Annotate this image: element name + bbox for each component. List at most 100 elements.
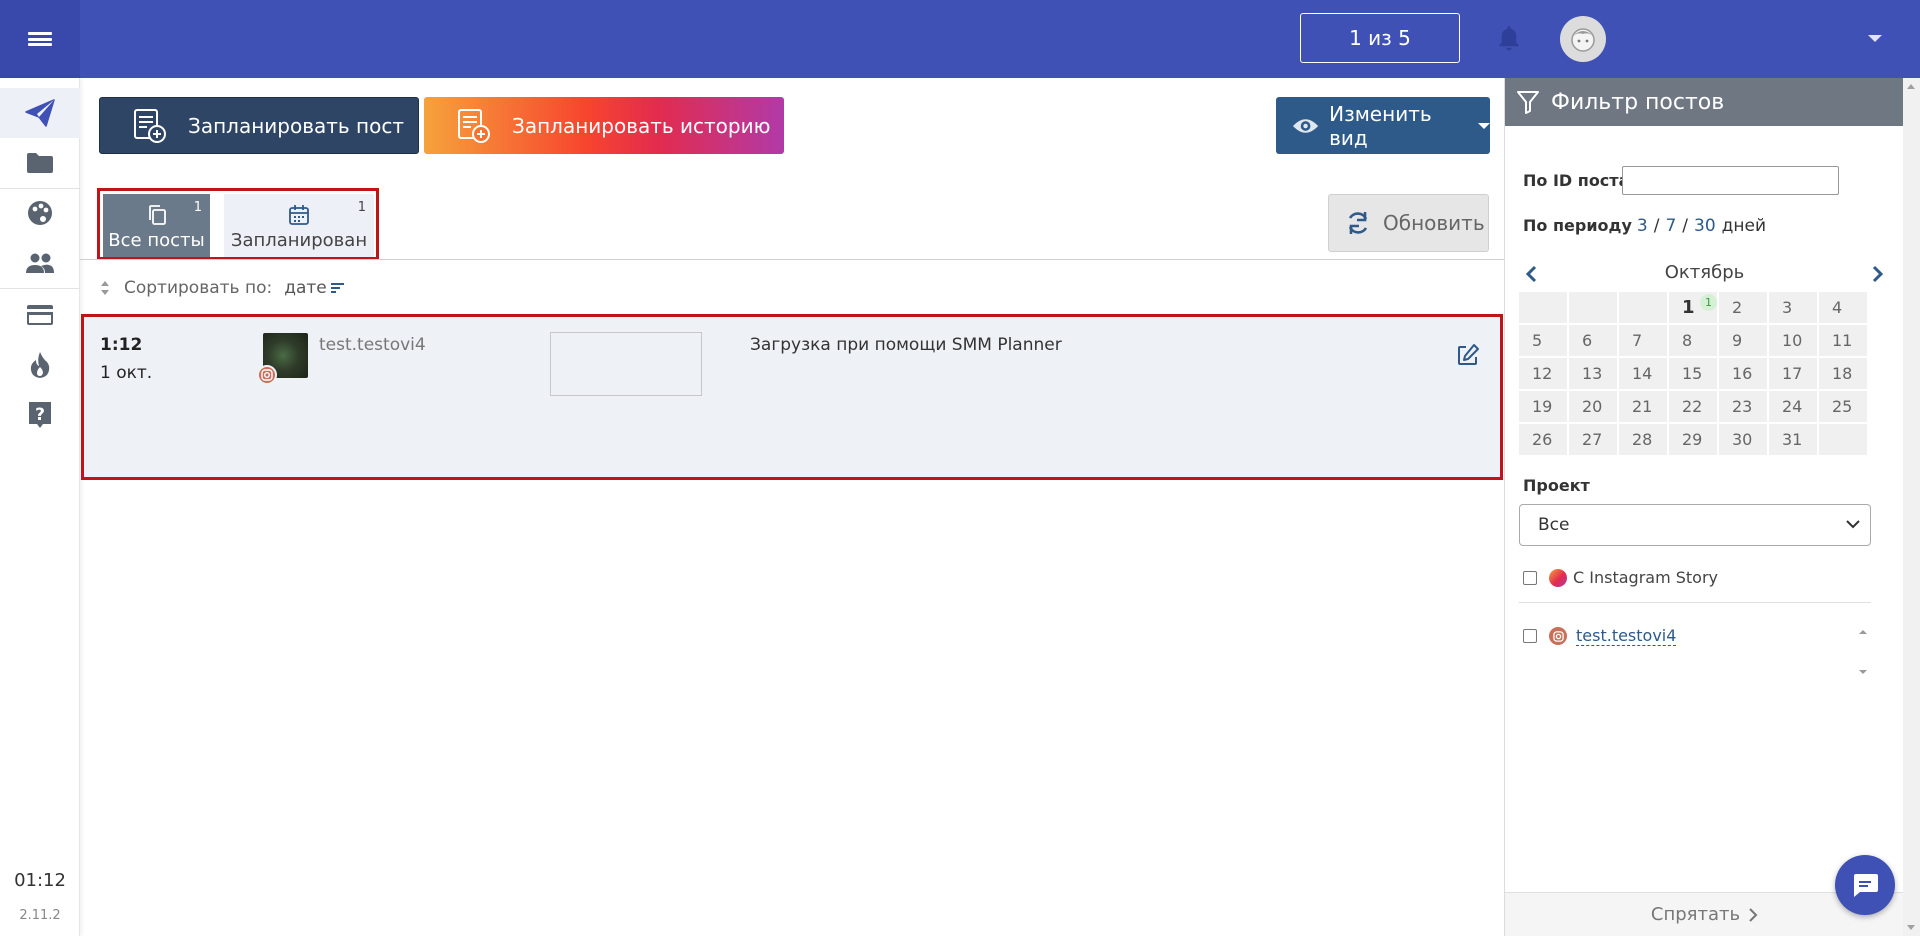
post-media-preview[interactable]	[550, 332, 702, 396]
calendar-day[interactable]: 2	[1719, 292, 1767, 323]
account-list-scrollbar[interactable]	[1857, 622, 1869, 678]
bell-icon[interactable]	[1496, 24, 1522, 54]
sidebar-item-design[interactable]	[0, 188, 80, 238]
sidebar-item-posts[interactable]	[0, 88, 80, 138]
account-filter-link[interactable]: test.testovi4	[1576, 626, 1677, 646]
calendar-day[interactable]: 3	[1769, 292, 1817, 323]
tab-all-posts[interactable]: 1 Все посты	[103, 194, 210, 257]
send-icon	[25, 99, 55, 127]
calendar-day[interactable]: 25	[1819, 391, 1867, 422]
sidebar-item-hot[interactable]	[0, 340, 80, 390]
account-dropdown-caret[interactable]	[1868, 35, 1882, 42]
chevron-right-icon[interactable]	[1868, 265, 1886, 283]
account-checkbox[interactable]	[1523, 629, 1537, 643]
calendar-day[interactable]: 18	[1819, 358, 1867, 389]
calendar-day[interactable]: 13	[1569, 358, 1617, 389]
sort-lines-icon	[330, 282, 345, 294]
calendar-day[interactable]: 24	[1769, 391, 1817, 422]
calendar-header: Октябрь	[1523, 262, 1886, 288]
calendar-day-number: 17	[1782, 364, 1803, 383]
calendar-day[interactable]: 11	[1669, 292, 1717, 323]
plan-story-button[interactable]: Запланировать историю	[424, 97, 784, 154]
calendar-day[interactable]: 26	[1519, 424, 1567, 455]
calendar-day[interactable]: 5	[1519, 325, 1567, 356]
calendar-day[interactable]: 21	[1619, 391, 1667, 422]
sidebar-item-folders[interactable]	[0, 138, 80, 188]
calendar-day[interactable]: 14	[1619, 358, 1667, 389]
calendar-day-number: 18	[1832, 364, 1853, 383]
calendar-day[interactable]: 30	[1719, 424, 1767, 455]
menu-button[interactable]	[0, 0, 80, 78]
calendar-day[interactable]: 12	[1519, 358, 1567, 389]
calendar-day[interactable]: 28	[1619, 424, 1667, 455]
post-account-name[interactable]: test.testovi4	[319, 335, 426, 355]
chevron-left-icon[interactable]	[1523, 265, 1541, 283]
calendar-day-number: 25	[1832, 397, 1853, 416]
period-separator: /	[1682, 216, 1688, 236]
hide-filter-label: Спрятать	[1650, 904, 1741, 925]
avatar[interactable]	[1560, 16, 1606, 62]
sort-label: Сортировать по:	[124, 278, 273, 298]
calendar-day[interactable]: 15	[1669, 358, 1717, 389]
calendar-day-number: 31	[1782, 430, 1803, 449]
calendar-day[interactable]: 16	[1719, 358, 1767, 389]
help-icon: ?	[29, 402, 51, 428]
post-id-label: По ID поста	[1523, 171, 1630, 190]
story-filter-row: С Instagram Story	[1523, 568, 1718, 587]
calendar-month: Октябрь	[1664, 262, 1745, 283]
calendar-day[interactable]: 6	[1569, 325, 1617, 356]
calendar-day[interactable]: 9	[1719, 325, 1767, 356]
calendar-day[interactable]: 17	[1769, 358, 1817, 389]
calendar-day[interactable]: 8	[1669, 325, 1717, 356]
calendar-day[interactable]: 29	[1669, 424, 1717, 455]
account-counter-button[interactable]: 1 из 5	[1300, 13, 1460, 63]
calendar-day[interactable]: 27	[1569, 424, 1617, 455]
chat-button[interactable]	[1835, 855, 1895, 915]
calendar-day-number: 14	[1632, 364, 1653, 383]
calendar-day[interactable]: 22	[1669, 391, 1717, 422]
plan-post-button[interactable]: Запланировать пост	[99, 97, 419, 154]
project-select[interactable]: Все	[1519, 504, 1871, 546]
sidebar-item-billing[interactable]	[0, 290, 80, 340]
calendar-day[interactable]: 10	[1769, 325, 1817, 356]
caret-down-icon	[1478, 122, 1490, 129]
refresh-button[interactable]: Обновить	[1328, 194, 1489, 252]
calendar-day[interactable]: 31	[1769, 424, 1817, 455]
filter-icon	[1517, 90, 1539, 114]
calendar-day[interactable]: 23	[1719, 391, 1767, 422]
palette-icon	[28, 201, 52, 225]
calendar-day[interactable]: 11	[1819, 325, 1867, 356]
story-filter-label: С Instagram Story	[1573, 568, 1719, 587]
left-sidebar: ? 01:12 2.11.2	[0, 78, 80, 936]
edit-icon[interactable]	[1456, 343, 1480, 367]
calendar-day[interactable]: 4	[1819, 292, 1867, 323]
period-30-link[interactable]: 30	[1694, 216, 1716, 236]
calendar-post-count-badge: 1	[1700, 294, 1717, 311]
period-7-link[interactable]: 7	[1665, 216, 1676, 236]
calendar-day-number: 1	[1682, 297, 1695, 318]
sort-by-date-button[interactable]: дате	[284, 278, 345, 298]
scroll-down-arrow[interactable]	[1907, 925, 1915, 930]
post-row[interactable]: 1:12 1 окт. test.testovi4 Загрузка при п…	[81, 314, 1503, 480]
calendar-day[interactable]: 7	[1619, 325, 1667, 356]
period-label: По периоду	[1523, 216, 1632, 235]
calendar-day[interactable]: 20	[1569, 391, 1617, 422]
calendar-day-number: 21	[1632, 397, 1653, 416]
post-tabs: 1 Все посты 1 Запланирован	[97, 188, 379, 260]
change-view-button[interactable]: Изменить вид	[1276, 97, 1490, 154]
sidebar-item-help[interactable]: ?	[0, 390, 80, 440]
card-icon	[27, 305, 53, 325]
calendar-day[interactable]: 19	[1519, 391, 1567, 422]
scroll-up-arrow[interactable]	[1907, 84, 1915, 89]
tab-scheduled[interactable]: 1 Запланирован	[224, 194, 374, 257]
sidebar-item-users[interactable]	[0, 238, 80, 288]
calendar-day-number: 26	[1532, 430, 1553, 449]
post-id-input[interactable]	[1622, 166, 1839, 195]
story-checkbox[interactable]	[1523, 570, 1537, 585]
page-scrollbar[interactable]	[1903, 78, 1920, 936]
period-3-link[interactable]: 3	[1637, 216, 1648, 236]
calendar-empty-cell	[1519, 292, 1567, 323]
calendar-day-number: 6	[1582, 331, 1593, 350]
post-date: 1 окт.	[100, 363, 153, 383]
filter-divider	[1519, 602, 1871, 603]
